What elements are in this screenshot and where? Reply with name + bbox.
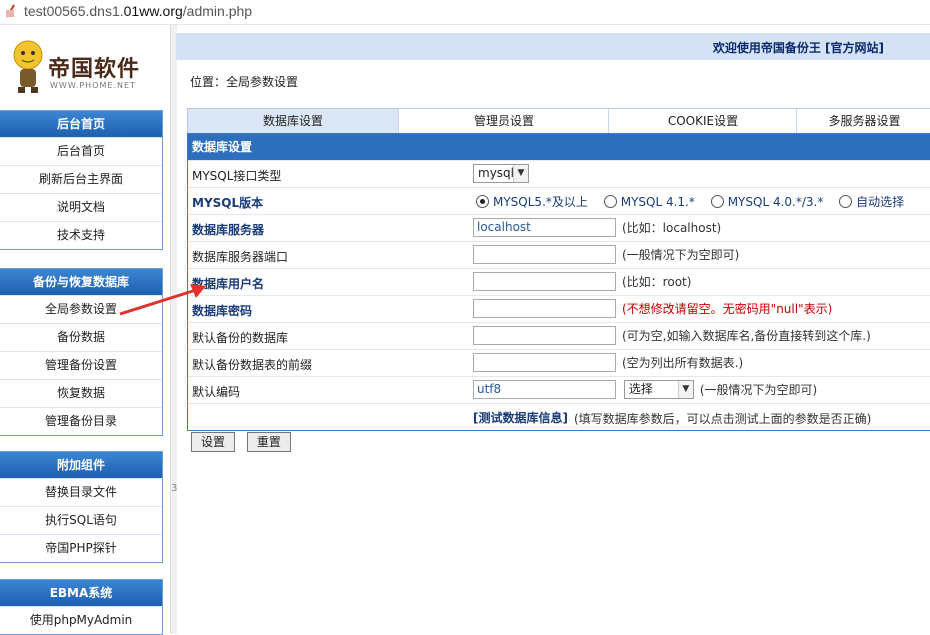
menu-item-phpmyadmin[interactable]: 使用phpMyAdmin <box>0 606 162 634</box>
brand-name: 帝国软件 <box>48 56 141 82</box>
form-title: 数据库设置 <box>188 134 930 160</box>
menu-item-php-probe[interactable]: 帝国PHP探针 <box>0 534 162 562</box>
reset-button[interactable]: 重置 <box>246 432 291 452</box>
row-interface-type: MYSQL接口类型 mysql ▼ <box>188 160 930 187</box>
logo: 帝国软件 WWW.PHOME.NET <box>8 33 158 103</box>
table-prefix-hint: (空为列出所有数据表.) <box>622 356 744 370</box>
row-db-port: 数据库服务器端口 (一般情况下为空即可) <box>188 241 930 268</box>
menu-item-support[interactable]: 技术支持 <box>0 221 162 249</box>
frame-divider[interactable]: 3 <box>170 25 177 634</box>
mysql-version-label: MYSQL版本 <box>192 196 264 210</box>
table-prefix-label: 默认备份数据表的前缀 <box>192 358 313 372</box>
version-option-label: 自动选择 <box>856 195 905 209</box>
db-port-label: 数据库服务器端口 <box>192 250 289 264</box>
menu-header[interactable]: 后台首页 <box>0 111 162 137</box>
charset-select-value: 选择 <box>628 382 653 396</box>
db-server-label: 数据库服务器 <box>192 223 265 237</box>
menu-item-manage-backup-settings[interactable]: 管理备份设置 <box>0 351 162 379</box>
version-radio-41[interactable] <box>603 195 617 208</box>
form-buttons: 设置 重置 <box>191 432 299 452</box>
row-db-user: 数据库用户名 (比如：root) <box>188 268 930 295</box>
menu-item-docs[interactable]: 说明文档 <box>0 193 162 221</box>
tab-multi-server[interactable]: 多服务器设置 <box>796 109 930 133</box>
charset-label: 默认编码 <box>192 385 241 399</box>
version-radio-40[interactable] <box>710 195 724 208</box>
version-radio-auto[interactable] <box>839 195 853 208</box>
version-option-label: MYSQL 4.1.* <box>620 194 695 209</box>
chevron-down-icon: ▼ <box>677 381 693 398</box>
db-port-hint: (一般情况下为空即可) <box>622 248 740 262</box>
interface-type-label: MYSQL接口类型 <box>192 169 282 183</box>
table-prefix-input[interactable] <box>473 353 616 372</box>
version-option-label: MYSQL 4.0.*/3.* <box>727 194 824 209</box>
test-db-link[interactable]: [测试数据库信息] <box>473 411 568 425</box>
menu-item-replace-files[interactable]: 替换目录文件 <box>0 478 162 506</box>
tab-cookie[interactable]: COOKIE设置 <box>608 109 797 133</box>
row-test-db: [测试数据库信息] (填写数据库参数后，可以点击测试上面的参数是否正确) <box>188 403 930 430</box>
menu-item-restore-data[interactable]: 恢复数据 <box>0 379 162 407</box>
settings-tabs: 数据库设置 管理员设置 COOKIE设置 多服务器设置 <box>187 108 930 134</box>
test-db-hint: (填写数据库参数后，可以点击测试上面的参数是否正确) <box>573 412 872 426</box>
browser-address-bar[interactable]: test00565.dns1.01ww.org/admin.php <box>0 0 930 25</box>
tab-admin[interactable]: 管理员设置 <box>398 109 609 133</box>
db-password-hint: (不想修改请留空。无密码用"null"表示) <box>622 302 833 316</box>
menu-addons: 附加组件 替换目录文件 执行SQL语句 帝国PHP探针 <box>0 451 163 563</box>
row-default-db: 默认备份的数据库 (可为空,如输入数据库名,备份直接转到这个库.) <box>188 322 930 349</box>
welcome-link[interactable]: 欢迎使用帝国备份王 [官方网站] <box>713 39 884 56</box>
menu-ebma: EBMA系统 使用phpMyAdmin <box>0 579 163 635</box>
db-port-input[interactable] <box>473 245 616 264</box>
menu-header[interactable]: 附加组件 <box>0 452 162 478</box>
breadcrumb: 位置：全局参数设置 <box>190 75 299 89</box>
menu-home: 后台首页 后台首页 刷新后台主界面 说明文档 技术支持 <box>0 110 163 250</box>
insecure-warning-icon <box>6 4 15 18</box>
menu-header[interactable]: EBMA系统 <box>0 580 162 606</box>
default-db-input[interactable] <box>473 326 616 345</box>
charset-input[interactable]: utf8 <box>473 380 616 399</box>
db-server-input[interactable]: localhost <box>473 218 616 237</box>
brand-site: WWW.PHOME.NET <box>50 81 136 90</box>
menu-item-manage-backup-dir[interactable]: 管理备份目录 <box>0 407 162 435</box>
menu-item-refresh[interactable]: 刷新后台主界面 <box>0 165 162 193</box>
db-server-hint: (比如：localhost) <box>622 221 722 235</box>
menu-item-home[interactable]: 后台首页 <box>0 137 162 165</box>
version-radio-5[interactable] <box>476 195 489 208</box>
db-user-input[interactable] <box>473 272 616 291</box>
db-user-hint: (比如：root) <box>622 275 692 289</box>
interface-type-select[interactable]: mysql ▼ <box>473 164 529 183</box>
annotation-arrow-icon <box>119 284 206 316</box>
submit-button[interactable]: 设置 <box>191 432 236 452</box>
row-charset: 默认编码 utf8 选择 ▼ (一般情况下为空即可) <box>188 376 930 403</box>
left-sidebar: 帝国软件 WWW.PHOME.NET 后台首页 后台首页 刷新后台主界面 说明文… <box>0 25 170 635</box>
charset-hint: (一般情况下为空即可) <box>699 383 818 397</box>
db-password-input[interactable] <box>473 299 616 318</box>
interface-type-value: mysql <box>478 166 514 180</box>
menu-item-exec-sql[interactable]: 执行SQL语句 <box>0 506 162 534</box>
charset-select[interactable]: 选择 ▼ <box>623 380 694 399</box>
row-mysql-version: MYSQL版本 MYSQL5.*及以上 MYSQL 4.1.* MYSQL 4.… <box>188 187 930 214</box>
version-option-label: MYSQL5.*及以上 <box>493 195 588 209</box>
row-db-server: 数据库服务器 localhost (比如：localhost) <box>188 214 930 241</box>
top-banner: 欢迎使用帝国备份王 [官方网站] <box>176 33 930 60</box>
default-db-hint: (可为空,如输入数据库名,备份直接转到这个库.) <box>622 329 871 343</box>
menu-item-backup-data[interactable]: 备份数据 <box>0 323 162 351</box>
default-db-label: 默认备份的数据库 <box>192 331 289 345</box>
row-table-prefix: 默认备份数据表的前缀 (空为列出所有数据表.) <box>188 349 930 376</box>
url-text[interactable]: test00565.dns1.01ww.org/admin.php <box>24 3 252 19</box>
tab-database[interactable]: 数据库设置 <box>188 109 398 133</box>
divider-number: 3 <box>171 483 178 494</box>
mascot-icon <box>13 40 43 93</box>
database-settings-form: 数据库设置 MYSQL接口类型 mysql ▼ MYSQL版本 MYSQL5.*… <box>187 133 930 431</box>
chevron-down-icon: ▼ <box>513 165 528 182</box>
row-db-password: 数据库密码 (不想修改请留空。无密码用"null"表示) <box>188 295 930 322</box>
